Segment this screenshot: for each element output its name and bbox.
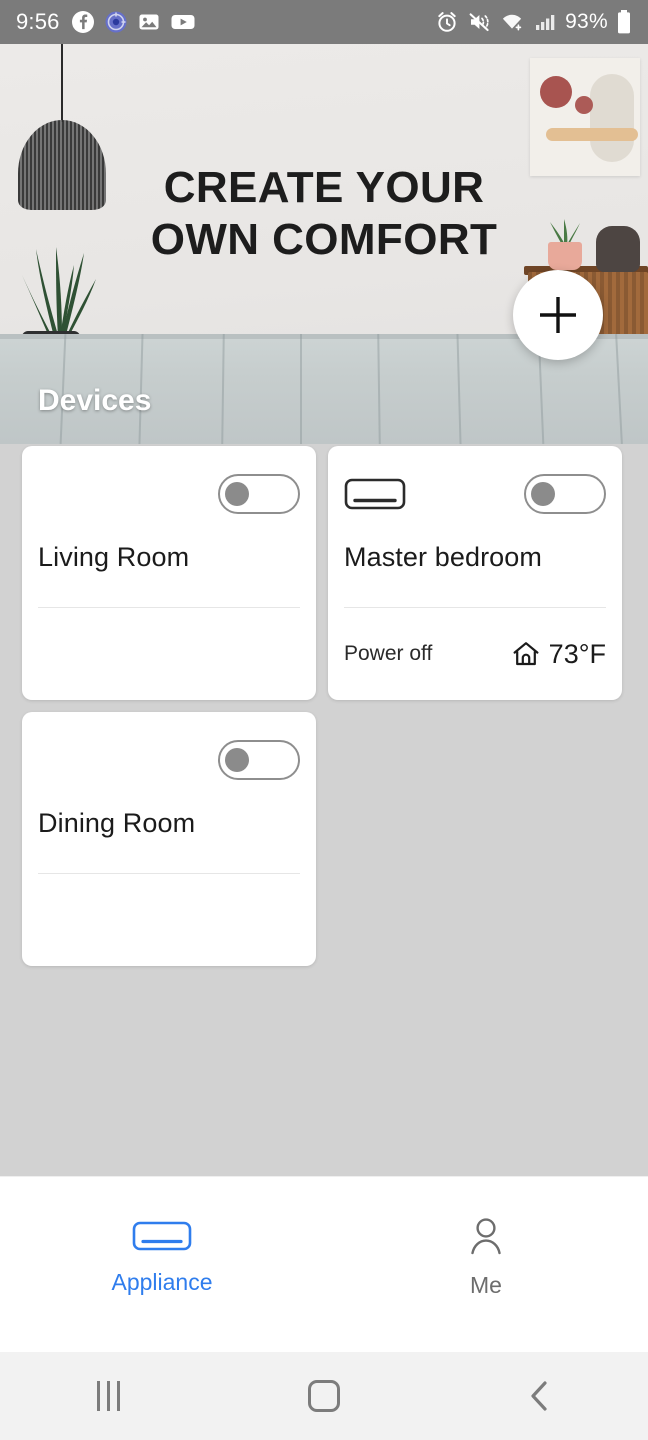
home-icon: [513, 642, 539, 666]
card-header: [38, 712, 300, 808]
power-toggle[interactable]: [218, 740, 300, 780]
battery-icon: [618, 10, 630, 34]
bottom-navigation: Appliance Me: [0, 1176, 648, 1352]
wall-art-decor: [530, 58, 640, 176]
device-icon-placeholder: [38, 478, 100, 510]
device-grid: Living Room Master bedroom Power off 73°…: [22, 446, 630, 966]
status-bar: 9:56 93%: [0, 0, 648, 44]
recents-icon: [96, 1381, 120, 1411]
mute-vibrate-icon: [469, 13, 489, 32]
battery-percentage: 93%: [565, 10, 608, 33]
device-icon-placeholder: [38, 744, 100, 776]
system-navigation-bar: [0, 1352, 648, 1440]
device-card-master-bedroom[interactable]: Master bedroom Power off 73°F: [328, 446, 622, 700]
home-button[interactable]: [216, 1380, 432, 1412]
device-card-living-room[interactable]: Living Room: [22, 446, 316, 700]
device-card-dining-room[interactable]: Dining Room: [22, 712, 316, 966]
tab-label: Appliance: [111, 1269, 213, 1295]
alarm-icon: [438, 12, 456, 32]
air-conditioner-icon: [132, 1221, 192, 1251]
device-name: Living Room: [38, 542, 190, 572]
card-header: [344, 446, 606, 542]
card-header: [38, 446, 300, 542]
facebook-icon: [71, 11, 94, 33]
device-name: Master bedroom: [344, 542, 542, 572]
device-status: Power off: [344, 642, 433, 665]
card-footer: [38, 874, 300, 966]
plus-icon: [540, 297, 576, 333]
photos-icon: [139, 14, 159, 30]
temperature-readout: 73°F: [511, 639, 606, 670]
status-bar-left: 9:56: [16, 9, 196, 35]
home-square-icon: [308, 1380, 340, 1412]
air-conditioner-icon: [344, 478, 406, 510]
power-toggle[interactable]: [218, 474, 300, 514]
person-icon: [471, 1218, 501, 1255]
wifi-icon: [502, 14, 522, 31]
youtube-icon: [171, 15, 195, 29]
toggle-knob: [225, 748, 249, 772]
signal-icon: [536, 15, 555, 30]
toggle-knob: [225, 482, 249, 506]
tab-appliance[interactable]: Appliance: [0, 1177, 324, 1352]
card-footer: Power off 73°F: [344, 608, 606, 700]
add-device-button[interactable]: [513, 270, 603, 360]
back-button[interactable]: [432, 1379, 648, 1413]
hero-title-line-2: OWN COMFORT: [150, 214, 498, 264]
toggle-knob: [531, 482, 555, 506]
power-toggle[interactable]: [524, 474, 606, 514]
card-footer: [38, 608, 300, 700]
hero-title-line-1: CREATE YOUR: [163, 163, 485, 212]
device-name: Dining Room: [38, 808, 196, 838]
temperature-value: 73°F: [548, 638, 606, 669]
pendant-lamp-cord: [61, 44, 63, 122]
tab-label: Me: [470, 1272, 502, 1298]
recents-button[interactable]: [0, 1381, 216, 1411]
status-bar-right: 93%: [435, 9, 632, 35]
app-screen: 9:56 93% CREATE YOUR OWN COMFORT Devices…: [0, 0, 648, 1440]
tab-me[interactable]: Me: [324, 1177, 648, 1352]
page-title: CREATE YOUR OWN COMFORT: [0, 162, 648, 266]
devices-section-label: Devices: [38, 384, 152, 417]
chevron-left-icon: [531, 1381, 547, 1411]
status-bar-clock: 9:56: [16, 9, 60, 34]
circle-sync-icon: [105, 11, 127, 33]
